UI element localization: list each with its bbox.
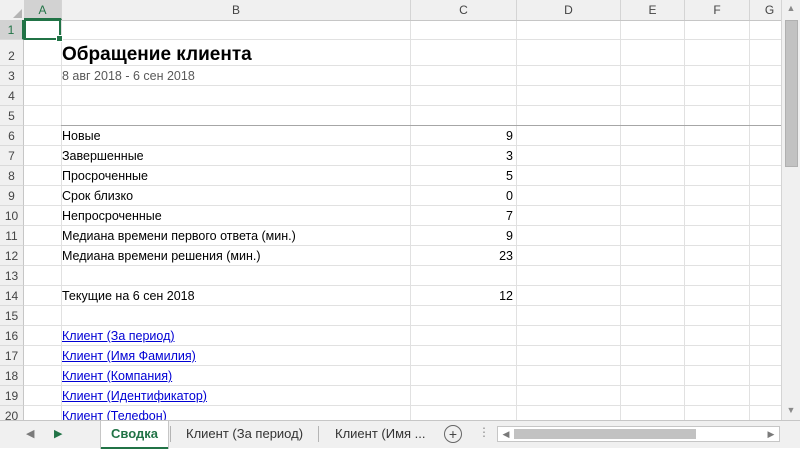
table-row: 12 Медиана времени решения (мин.) 23 — [0, 246, 781, 266]
row-header[interactable]: 12 — [0, 246, 24, 266]
column-header-f[interactable]: F — [685, 0, 750, 20]
table-row: 16 Клиент (За период) — [0, 326, 781, 346]
horizontal-scroll-thumb[interactable] — [514, 429, 696, 439]
vertical-scroll-thumb[interactable] — [785, 20, 798, 167]
row-header[interactable]: 16 — [0, 326, 24, 346]
table-row: 17 Клиент (Имя Фамилия) — [0, 346, 781, 366]
plus-circle-icon[interactable]: + — [444, 425, 462, 443]
row-header[interactable]: 18 — [0, 366, 24, 386]
table-row: 14 Текущие на 6 сен 2018 12 — [0, 286, 781, 306]
sheet-link[interactable]: Клиент (Идентификатор) — [62, 386, 207, 405]
row-header[interactable]: 9 — [0, 186, 24, 206]
row-header[interactable]: 5 — [0, 106, 24, 126]
table-row: 8 Просроченные 5 — [0, 166, 781, 186]
table-row: 15 — [0, 306, 781, 326]
tab-scroll-right-icon[interactable]: ▶ — [54, 427, 62, 440]
row-header[interactable]: 10 — [0, 206, 24, 226]
metric-value[interactable]: 0 — [506, 186, 513, 205]
table-row: 1 — [0, 20, 781, 40]
column-header-c[interactable]: C — [411, 0, 517, 20]
table-row: 13 — [0, 266, 781, 286]
tab-scroll-left-icon[interactable]: ◀ — [26, 427, 34, 440]
sheet-link[interactable]: Клиент (Имя Фамилия) — [62, 346, 196, 365]
row-header[interactable]: 17 — [0, 346, 24, 366]
column-header-a[interactable]: A — [24, 0, 62, 20]
spreadsheet-grid[interactable]: A B C D E F G 1 2 Обращение клиента 3 8 … — [0, 0, 781, 420]
metric-label[interactable]: Просроченные — [62, 166, 148, 185]
row-header[interactable]: 2 — [0, 40, 24, 66]
column-header-e[interactable]: E — [621, 0, 685, 20]
section-divider — [61, 125, 781, 126]
table-row: 20 Клиент (Телефон) — [0, 406, 781, 420]
sheet-tab-name[interactable]: Клиент (Имя ... — [325, 421, 436, 447]
row-header[interactable]: 3 — [0, 66, 24, 86]
metric-label[interactable]: Новые — [62, 126, 101, 145]
metric-value[interactable]: 3 — [506, 146, 513, 165]
metric-label[interactable]: Завершенные — [62, 146, 144, 165]
select-all-corner[interactable] — [0, 0, 25, 20]
row-header[interactable]: 1 — [0, 20, 24, 40]
table-row: 19 Клиент (Идентификатор) — [0, 386, 781, 406]
column-header-g[interactable]: G — [750, 0, 781, 20]
sheet-tab-summary[interactable]: Сводка — [101, 421, 168, 449]
scroll-up-icon[interactable]: ▲ — [782, 0, 800, 17]
sheet-tab-bar: ◀ ▶ Сводка Клиент (За период) Клиент (Им… — [0, 420, 800, 449]
report-title: Обращение клиента — [62, 44, 252, 65]
sheet-link[interactable]: Клиент (Телефон) — [62, 406, 167, 420]
metric-label[interactable]: Медиана времени решения (мин.) — [62, 246, 261, 265]
row-header[interactable]: 13 — [0, 266, 24, 286]
table-row: 2 Обращение клиента — [0, 40, 781, 66]
tab-separator — [170, 426, 171, 442]
sheet-tab-period[interactable]: Клиент (За период) — [176, 421, 313, 447]
scroll-down-icon[interactable]: ▼ — [782, 402, 800, 419]
sheet-link[interactable]: Клиент (Компания) — [62, 366, 172, 385]
column-header-b[interactable]: B — [62, 0, 411, 20]
metric-label[interactable]: Срок близко — [62, 186, 133, 205]
column-header-d[interactable]: D — [517, 0, 621, 20]
row-header[interactable]: 4 — [0, 86, 24, 106]
column-header-bar: A B C D E F G — [0, 0, 781, 21]
table-row: 5 — [0, 106, 781, 126]
row-header[interactable]: 6 — [0, 126, 24, 146]
table-row: 7 Завершенные 3 — [0, 146, 781, 166]
triangle-left-icon[interactable]: ◀ — [499, 427, 513, 441]
row-header[interactable]: 15 — [0, 306, 24, 326]
report-date-range: 8 авг 2018 - 6 сен 2018 — [62, 69, 195, 83]
row-header[interactable]: 11 — [0, 226, 24, 246]
horizontal-scrollbar[interactable]: ◀ ▶ — [497, 426, 780, 442]
table-row: 18 Клиент (Компания) — [0, 366, 781, 386]
triangle-right-icon[interactable]: ▶ — [764, 427, 778, 441]
metric-value[interactable]: 7 — [506, 206, 513, 225]
table-row: 11 Медиана времени первого ответа (мин.)… — [0, 226, 781, 246]
row-header[interactable]: 8 — [0, 166, 24, 186]
metric-value[interactable]: 9 — [506, 126, 513, 145]
row-header[interactable]: 14 — [0, 286, 24, 306]
table-row: 10 Непросроченные 7 — [0, 206, 781, 226]
table-row: 4 — [0, 86, 781, 106]
table-row: 3 8 авг 2018 - 6 сен 2018 — [0, 66, 781, 86]
row-header[interactable]: 7 — [0, 146, 24, 166]
more-dots-icon[interactable]: ⋮ — [478, 425, 490, 439]
active-cell-selection[interactable] — [24, 19, 63, 42]
metric-label[interactable]: Медиана времени первого ответа (мин.) — [62, 226, 296, 245]
current-value[interactable]: 12 — [499, 286, 513, 305]
vertical-scrollbar[interactable]: ▲ ▼ — [781, 0, 800, 420]
row-header[interactable]: 20 — [0, 406, 24, 420]
metric-value[interactable]: 5 — [506, 166, 513, 185]
metric-value[interactable]: 23 — [499, 246, 513, 265]
metric-value[interactable]: 9 — [506, 226, 513, 245]
current-label[interactable]: Текущие на 6 сен 2018 — [62, 286, 195, 305]
row-header[interactable]: 19 — [0, 386, 24, 406]
sheet-link[interactable]: Клиент (За период) — [62, 326, 175, 345]
metric-label[interactable]: Непросроченные — [62, 206, 162, 225]
tab-separator — [318, 426, 319, 442]
table-row: 9 Срок близко 0 — [0, 186, 781, 206]
table-row: 6 Новые 9 — [0, 126, 781, 146]
